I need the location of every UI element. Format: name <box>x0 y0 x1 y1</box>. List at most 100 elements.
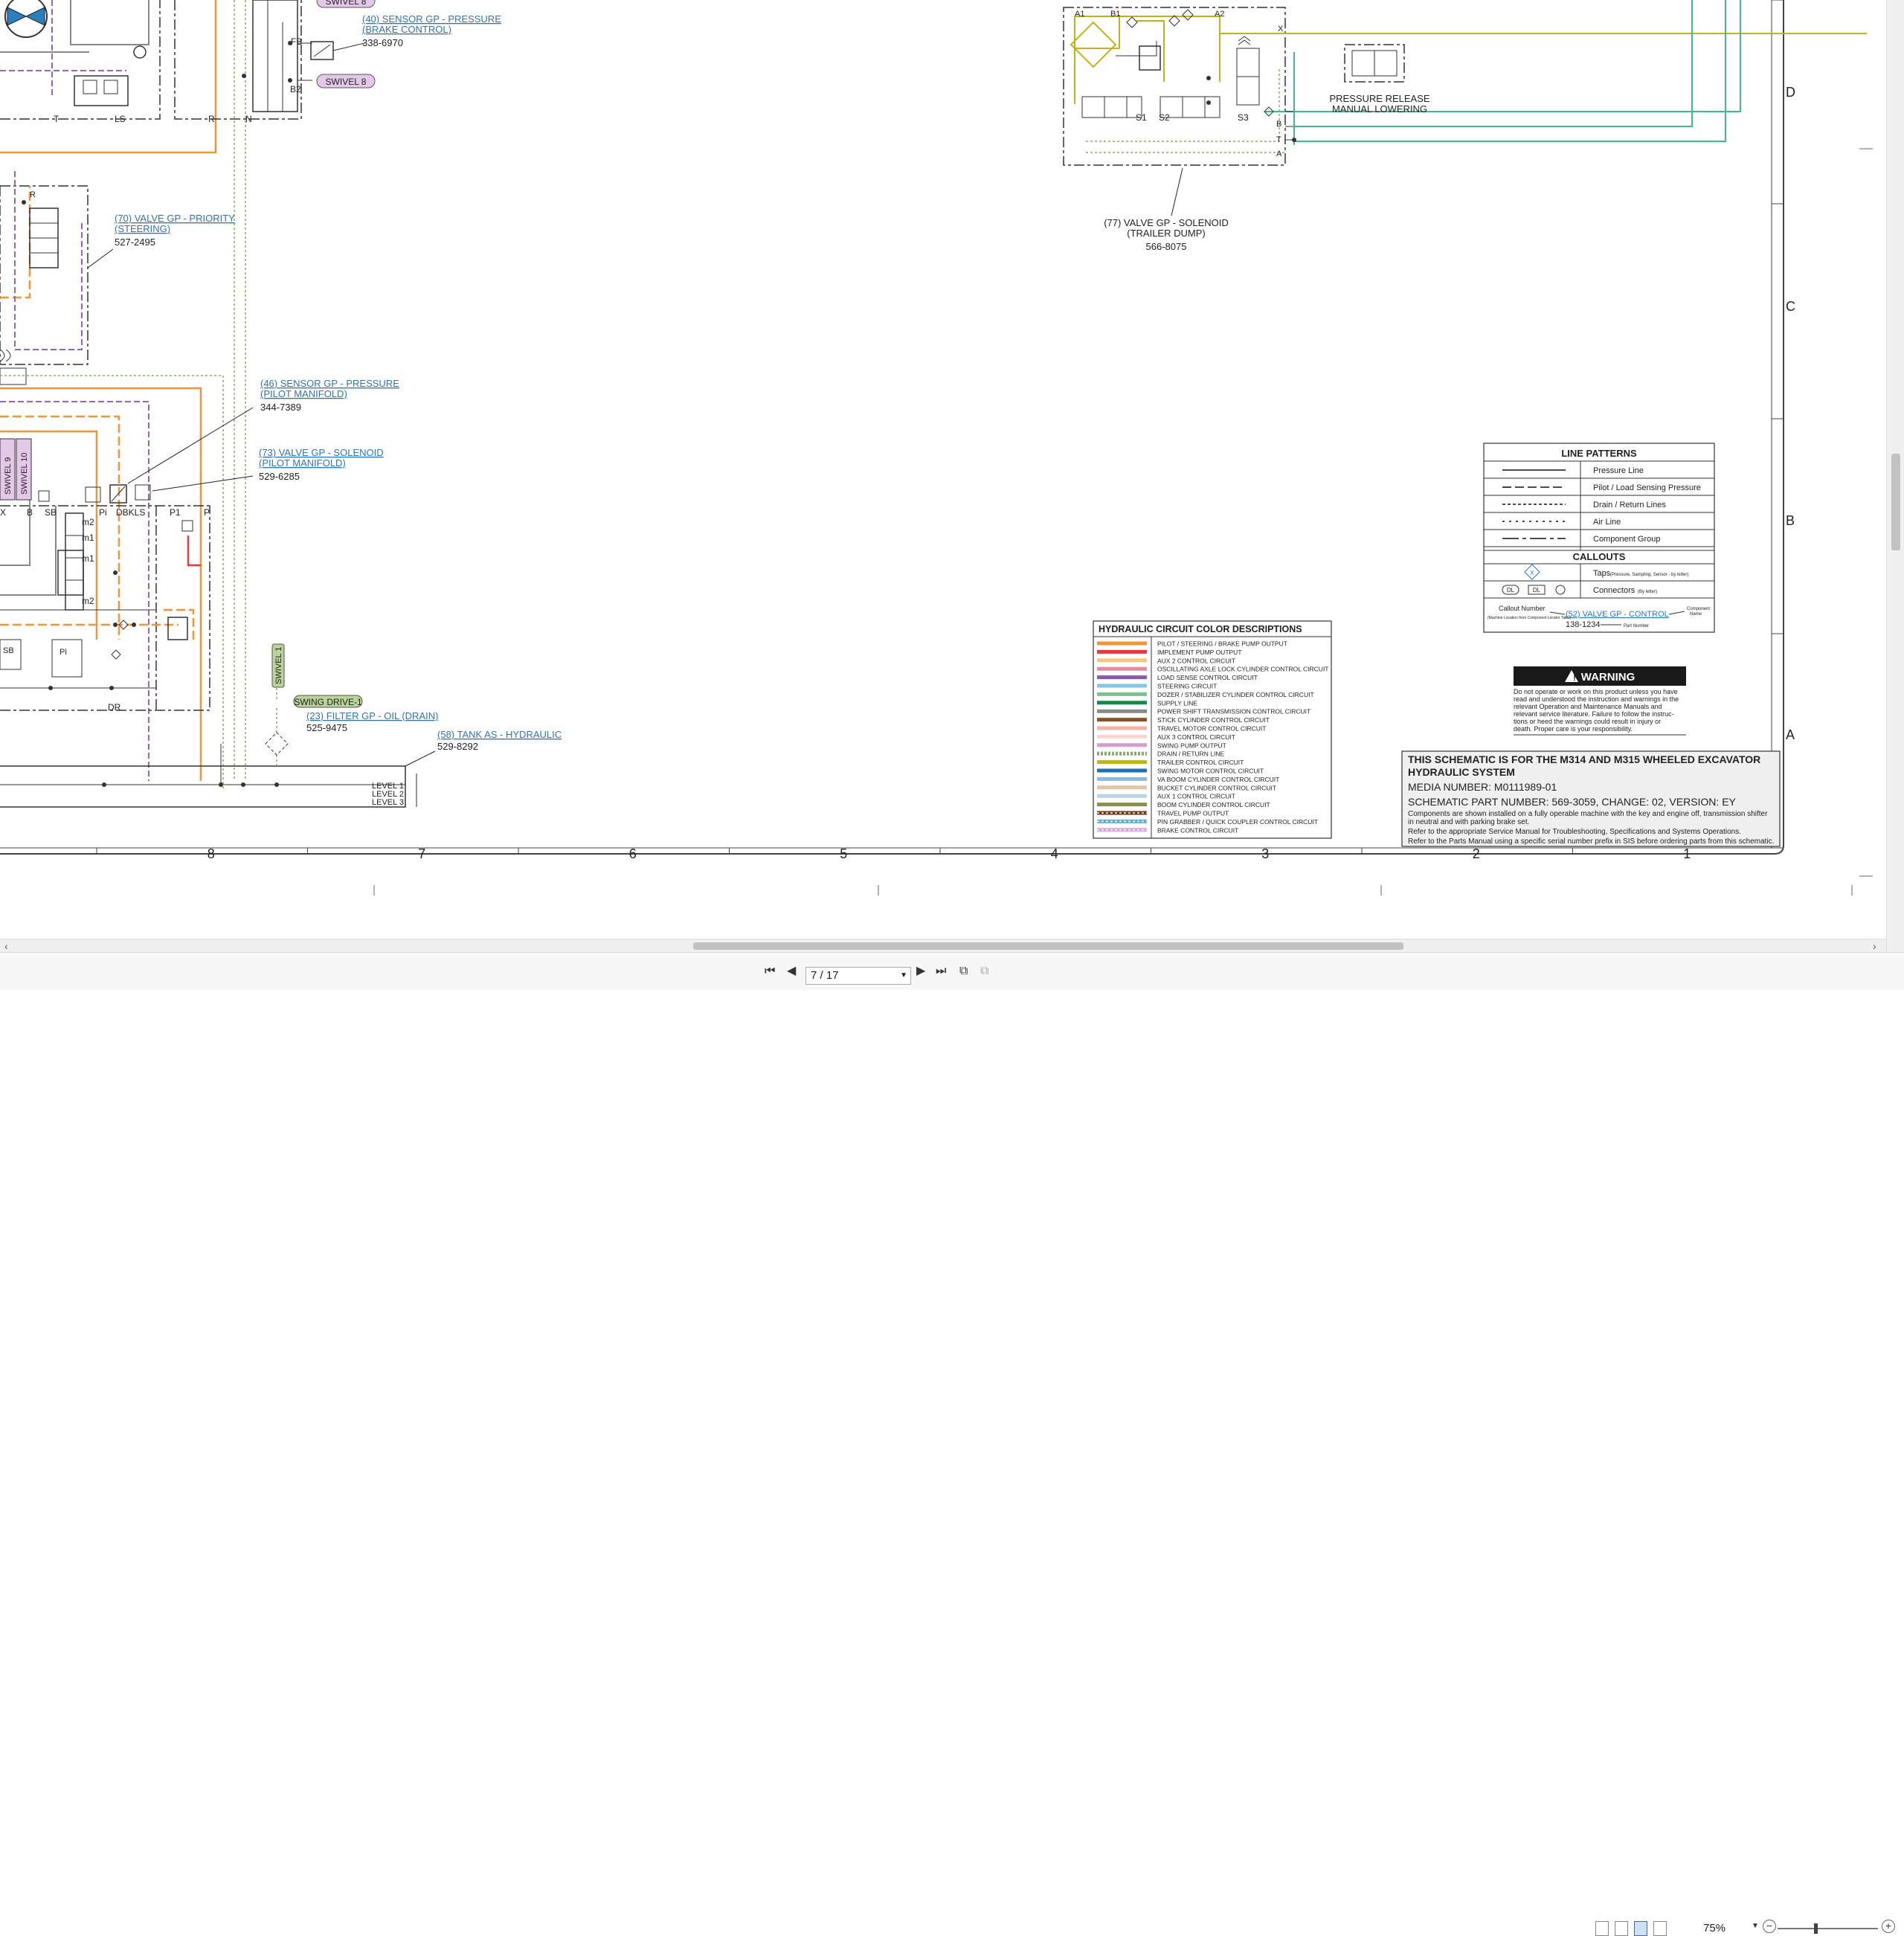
port-label: m1 <box>82 553 94 564</box>
port-label: SB <box>45 507 57 518</box>
grid-column-label: 4 <box>1051 846 1058 861</box>
pressure-release-line2: MANUAL LOWERING <box>1332 103 1427 115</box>
connectors-note: (By letter) <box>1638 590 1657 594</box>
next-page-icon[interactable]: ▶ <box>916 963 925 980</box>
scroll-right-icon[interactable]: › <box>1873 939 1876 953</box>
horizontal-scroll-thumb[interactable] <box>693 942 1403 950</box>
horizontal-scrollbar[interactable]: ‹ › <box>0 939 1886 953</box>
callout-pilot-sensor-sub[interactable]: (PILOT MANIFOLD) <box>260 388 347 399</box>
port-label: R <box>208 114 215 124</box>
port-label: Pi <box>99 507 107 518</box>
title-note-2: in neutral and with parking brake set. <box>1408 818 1529 826</box>
callout-number-label: Callout Number <box>1499 605 1546 612</box>
zoom-slider-knob[interactable] <box>1814 1923 1818 1934</box>
color-legend-label: BRAKE CONTROL CIRCUIT <box>1157 826 1238 834</box>
bottom-toolbar: ⏮ ◀ ▶ ⏭ ⧉ ⧉ 75% ▼ − + <box>0 952 1904 1936</box>
callout-brake-sensor-title[interactable]: (40) SENSOR GP - PRESSURE <box>362 13 501 25</box>
line-patterns-title: LINE PATTERNS <box>1561 448 1637 459</box>
callout-pilot-solenoid-sub[interactable]: (PILOT MANIFOLD) <box>259 457 346 469</box>
color-legend-label: TRAVEL PUMP OUTPUT <box>1157 810 1229 817</box>
prev-page-icon[interactable]: ◀ <box>787 963 796 980</box>
page-dropdown-icon[interactable]: ▼ <box>900 968 907 984</box>
hydraulic-color-legend: HYDRAULIC CIRCUIT COLOR DESCRIPTIONS PIL… <box>1093 620 1332 839</box>
grid-column-label: 7 <box>418 846 425 861</box>
scroll-left-icon[interactable]: ‹ <box>4 939 8 953</box>
color-legend-label: AUX 1 CONTROL CIRCUIT <box>1157 793 1235 800</box>
two-page-icon[interactable] <box>1634 1921 1647 1936</box>
schematic-document: 87654321 DCBA (40) SENSOR GP - PRESSURE … <box>0 0 1886 939</box>
zoom-level[interactable]: 75% <box>1703 1922 1726 1935</box>
grid-column-label: 8 <box>208 846 215 861</box>
continuous-icon[interactable] <box>1615 1921 1628 1936</box>
color-legend-label: AUX 3 CONTROL CIRCUIT <box>1157 733 1235 741</box>
port-label: A1 <box>1075 10 1084 19</box>
component-name-label-2: Name <box>1690 612 1702 617</box>
title-note-1: Components are shown installed on a full… <box>1408 810 1768 818</box>
swing-drive-tag: SWING DRIVE-1 <box>294 697 362 707</box>
callout-pilot-solenoid-title[interactable]: (73) VALVE GP - SOLENOID <box>259 447 384 458</box>
thumbnail-icon[interactable] <box>1653 1921 1667 1936</box>
zoom-slider[interactable] <box>1778 1923 1878 1934</box>
port-label: N <box>245 114 252 124</box>
page-number-input[interactable]: 7 / 17 ▼ <box>805 967 911 985</box>
last-page-icon[interactable]: ⏭ <box>936 963 946 980</box>
grid-column-label: 5 <box>840 846 847 861</box>
swivel-tag-1: SWIVEL 1 <box>274 647 283 684</box>
port-labels: T LS R N FB B2 A1 B1 A2 X S1 S2 S3 B T A… <box>0 10 1284 713</box>
port-label: Pi <box>60 648 67 657</box>
color-legend-title: HYDRAULIC CIRCUIT COLOR DESCRIPTIONS <box>1099 624 1302 634</box>
pressure-release-line1: PRESSURE RELEASE <box>1329 93 1429 104</box>
part-number-note: Part Number <box>1624 624 1649 628</box>
callout-pilot-sensor-part: 344-7389 <box>260 402 301 413</box>
swivel-tags: SWIVEL 8 SWIVEL 8 SWIVEL 9 SWIVEL 10 SWI… <box>4 0 376 708</box>
first-page-icon[interactable]: ⏮ <box>765 963 775 980</box>
callout-brake-sensor-sub[interactable]: (BRAKE CONTROL) <box>362 24 451 35</box>
color-legend-label: IMPLEMENT PUMP OUTPUT <box>1157 649 1242 656</box>
zoom-dropdown-icon[interactable]: ▼ <box>1752 1922 1759 1930</box>
tap-mark: X <box>1530 570 1534 576</box>
callout-pilot-sensor-title[interactable]: (46) SENSOR GP - PRESSURE <box>260 378 399 389</box>
callouts-title: CALLOUTS <box>1573 551 1626 562</box>
callout-drain-filter-title[interactable]: (23) FILTER GP - OIL (DRAIN) <box>306 710 438 721</box>
color-legend-label: BUCKET CYLINDER CONTROL CIRCUIT <box>1157 784 1276 791</box>
grid-column-label: 1 <box>1683 846 1691 861</box>
color-legend-label: STEERING CIRCUIT <box>1157 683 1217 690</box>
port-label: B <box>1276 120 1281 129</box>
pilot-manifold-circuit <box>0 375 254 788</box>
taps-note: (Pressure, Sampling, Sensor - by letter) <box>1610 573 1688 577</box>
hydraulic-tank <box>0 655 436 808</box>
vertical-scrollbar[interactable] <box>1886 0 1904 952</box>
vertical-scroll-thumb[interactable] <box>1891 454 1900 550</box>
callout-trailer-solenoid-line1: (77) VALVE GP - SOLENOID <box>1104 217 1229 228</box>
zoom-out-icon[interactable]: − <box>1763 1920 1776 1933</box>
warning-text-line: tions or heed the warnings could result … <box>1514 718 1661 725</box>
taps-label: Taps <box>1593 569 1611 578</box>
single-page-icon[interactable] <box>1595 1921 1609 1936</box>
grid-row-label: B <box>1786 513 1795 528</box>
grid-column-label: 6 <box>629 846 637 861</box>
port-label: LS <box>115 114 126 124</box>
title-block-line2: HYDRAULIC SYSTEM <box>1408 766 1515 778</box>
copy-icon[interactable]: ⧉ <box>959 963 968 980</box>
port-label: B1 <box>1110 10 1120 19</box>
example-callout-link[interactable]: (52) VALVE GP - CONTROL <box>1566 610 1669 619</box>
copy-disabled-icon: ⧉ <box>980 965 989 977</box>
color-legend-label: STICK CYLINDER CONTROL CIRCUIT <box>1157 716 1270 724</box>
schematic-part-number: SCHEMATIC PART NUMBER: 569-3059, CHANGE:… <box>1408 796 1737 808</box>
title-note-3: Refer to the appropriate Service Manual … <box>1408 828 1741 836</box>
warning-text-line: Do not operate or work on this product u… <box>1514 688 1678 695</box>
connector-mark-2: DL <box>1533 587 1541 594</box>
component-name-label: Component <box>1687 607 1710 611</box>
color-legend-label: DOZER / STABILIZER CYLINDER CONTROL CIRC… <box>1157 691 1314 698</box>
grid-row-label: C <box>1786 299 1795 314</box>
callout-priority-valve-title[interactable]: (70) VALVE GP - PRIORITY <box>115 213 235 224</box>
tank-level-3: LEVEL 3 <box>372 798 404 807</box>
callout-priority-valve-sub[interactable]: (STEERING) <box>115 223 170 234</box>
port-label: S2 <box>1159 112 1170 123</box>
port-label: X <box>1278 25 1284 33</box>
warning-text-line: relevant service literature. Failure to … <box>1514 710 1674 718</box>
callout-tank-title[interactable]: (58) TANK AS - HYDRAULIC <box>437 729 562 740</box>
tank-level-labels: LEVEL 1 LEVEL 2 LEVEL 3 <box>372 782 404 807</box>
zoom-in-icon[interactable]: + <box>1882 1920 1895 1933</box>
port-label: m2 <box>82 596 94 606</box>
